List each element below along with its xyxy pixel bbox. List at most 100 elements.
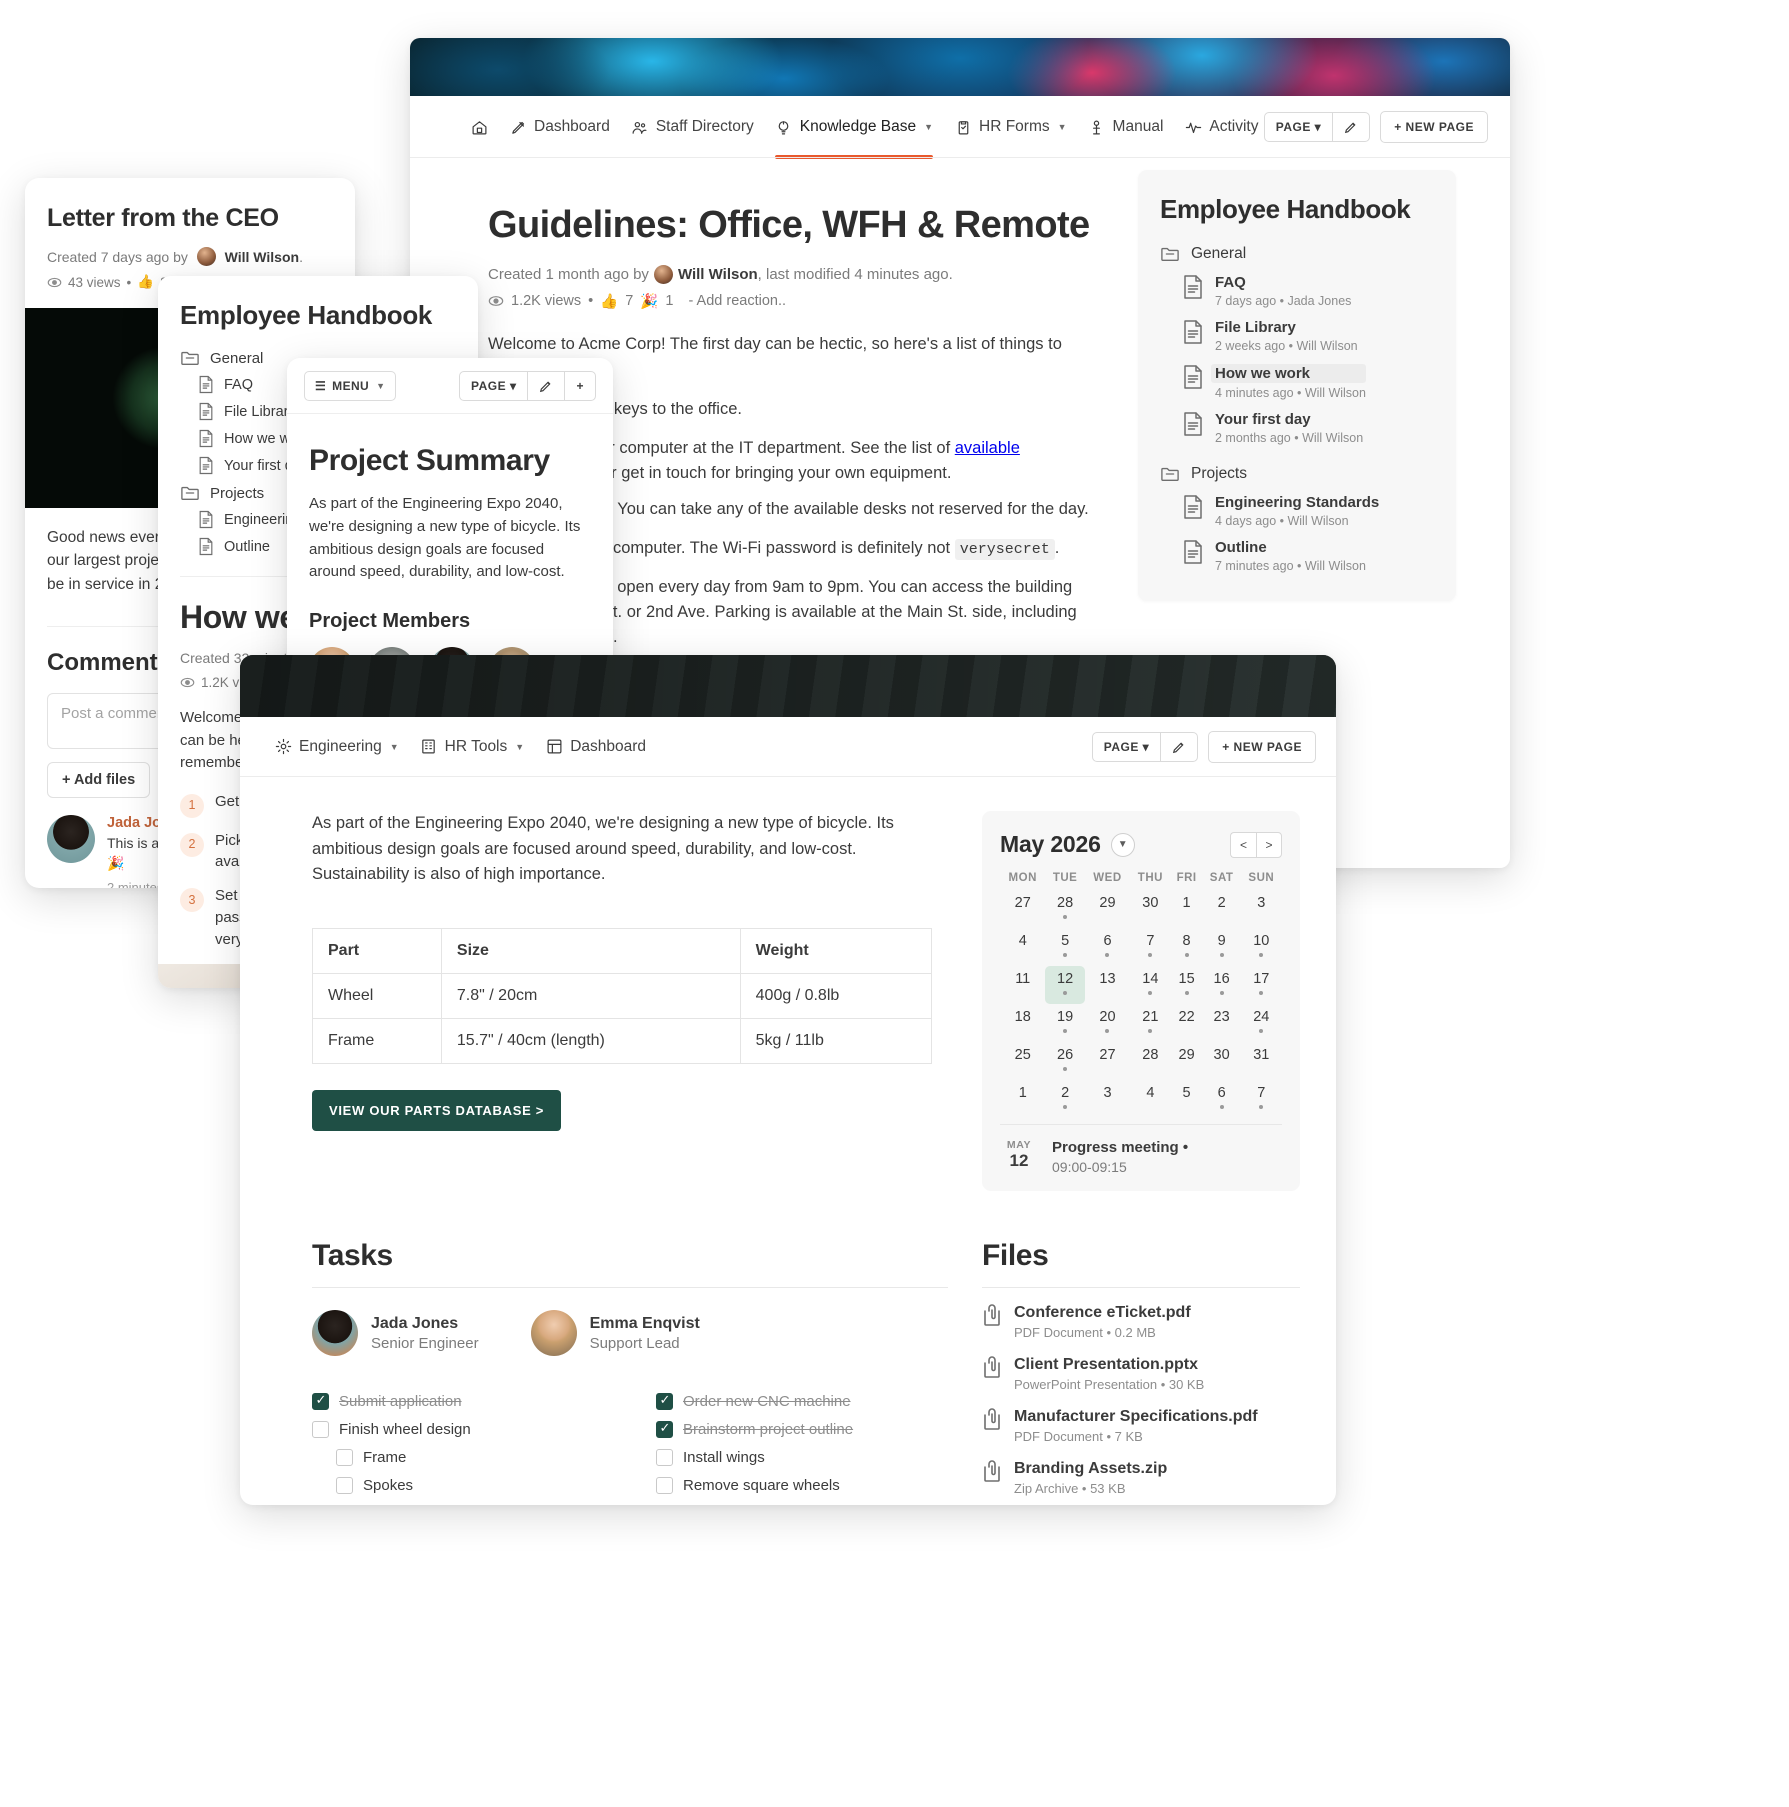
task-checkbox[interactable] — [656, 1477, 673, 1494]
task-checkbox[interactable] — [336, 1449, 353, 1466]
add-reaction-button[interactable]: - Add reaction.. — [688, 293, 786, 309]
pencil-icon[interactable] — [1333, 113, 1369, 141]
nav-hr-forms[interactable]: HR Forms ▼ — [954, 112, 1067, 142]
page-dropdown-button[interactable]: PAGE ▾ — [1093, 732, 1162, 761]
nav-knowledge-base[interactable]: Knowledge Base ▼ — [774, 112, 934, 159]
calendar-day[interactable]: 2 — [1203, 890, 1241, 928]
calendar-event[interactable]: MAY 12 Progress meeting • 09:00-09:15 — [1000, 1124, 1282, 1191]
calendar-day[interactable]: 24 — [1241, 1004, 1282, 1042]
calendar-day[interactable]: 13 — [1085, 966, 1130, 1004]
calendar-day[interactable]: 25 — [1000, 1042, 1045, 1080]
calendar-day[interactable]: 28 — [1130, 1042, 1170, 1080]
calendar-day[interactable]: 29 — [1171, 1042, 1203, 1080]
task-row[interactable]: Order new CNC machine — [656, 1392, 948, 1410]
handbook-page-item[interactable]: Outline 7 minutes ago • Will Wilson — [1160, 539, 1434, 573]
calendar-day[interactable]: 31 — [1241, 1042, 1282, 1080]
chevron-down-icon[interactable]: ▼ — [1110, 832, 1135, 857]
handbook-page-item[interactable]: FAQ 7 days ago • Jada Jones — [1160, 274, 1434, 308]
add-files-button[interactable]: + Add files — [47, 761, 151, 798]
new-page-button[interactable]: + NEW PAGE — [1208, 730, 1316, 763]
nav-dashboard[interactable]: Dashboard — [545, 732, 646, 762]
calendar-day[interactable]: 2 — [1045, 1080, 1084, 1118]
task-checkbox[interactable] — [656, 1449, 673, 1466]
handbook-page-item[interactable]: Your first day 2 months ago • Will Wilson — [1160, 411, 1434, 445]
page-dropdown-button[interactable]: PAGE ▾ — [460, 371, 529, 400]
calendar-next-button[interactable]: > — [1256, 831, 1282, 858]
calendar-day[interactable]: 6 — [1203, 1080, 1241, 1118]
calendar-day[interactable]: 5 — [1171, 1080, 1203, 1118]
calendar-day[interactable]: 16 — [1203, 966, 1241, 1004]
thumbs-up-icon[interactable]: 👍 — [600, 293, 618, 310]
file-row[interactable]: Conference eTicket.pdf PDF Document • 0.2… — [982, 1304, 1300, 1340]
calendar-day[interactable]: 22 — [1171, 1004, 1203, 1042]
calendar-day[interactable]: 1 — [1000, 1080, 1045, 1118]
task-row[interactable]: Brainstorm project outline — [656, 1420, 948, 1438]
nav-manual[interactable]: Manual — [1088, 112, 1163, 142]
calendar-day[interactable]: 10 — [1241, 928, 1282, 966]
calendar-day[interactable]: 4 — [1130, 1080, 1170, 1118]
menu-button[interactable]: ☰ MENU ▼ — [304, 370, 397, 401]
nav-hr-tools[interactable]: HR Tools ▼ — [420, 732, 524, 762]
calendar-day[interactable]: 11 — [1000, 966, 1045, 1004]
nav-activity[interactable]: Activity — [1184, 112, 1258, 142]
handbook-page-item[interactable]: File Library 2 weeks ago • Will Wilson — [1160, 319, 1434, 353]
add-button[interactable]: + — [565, 372, 595, 400]
nav-engineering[interactable]: Engineering ▼ — [274, 732, 399, 762]
calendar-day[interactable]: 18 — [1000, 1004, 1045, 1042]
calendar-day[interactable]: 28 — [1045, 890, 1084, 928]
task-row[interactable]: Frame — [336, 1449, 604, 1466]
calendar-day[interactable]: 1 — [1171, 890, 1203, 928]
task-row[interactable]: Submit application — [312, 1392, 604, 1410]
calendar-day[interactable]: 14 — [1130, 966, 1170, 1004]
file-row[interactable]: Manufacturer Specifications.pdf PDF Docum… — [982, 1408, 1300, 1444]
task-checkbox[interactable] — [312, 1392, 329, 1410]
calendar-day[interactable]: 3 — [1241, 890, 1282, 928]
calendar-day[interactable]: 27 — [1085, 1042, 1130, 1080]
calendar-day[interactable]: 7 — [1241, 1080, 1282, 1118]
task-checkbox[interactable] — [312, 1421, 329, 1438]
handbook-group[interactable]: General — [1160, 245, 1434, 263]
handbook-page-item[interactable]: Engineering Standards 4 days ago • Will W… — [1160, 494, 1434, 528]
calendar-day[interactable]: 17 — [1241, 966, 1282, 1004]
task-row[interactable]: Remove square wheels — [656, 1477, 948, 1494]
calendar-day[interactable]: 9 — [1203, 928, 1241, 966]
nav-home[interactable] — [470, 112, 488, 142]
calendar-day[interactable]: 12 — [1045, 966, 1085, 1004]
handbook-group[interactable]: Projects — [1160, 465, 1434, 483]
calendar-day[interactable]: 7 — [1130, 928, 1170, 966]
nav-dashboard[interactable]: Dashboard — [509, 112, 610, 142]
calendar-day[interactable]: 29 — [1085, 890, 1130, 928]
task-row[interactable]: Install wings — [656, 1449, 948, 1466]
handbook-page-item[interactable]: How we work 4 minutes ago • Will Wilson — [1160, 364, 1434, 400]
calendar-day[interactable]: 3 — [1085, 1080, 1130, 1118]
calendar-day[interactable]: 21 — [1130, 1004, 1170, 1042]
file-row[interactable]: Client Presentation.pptx PowerPoint Prese… — [982, 1356, 1300, 1392]
task-row[interactable]: Spokes — [336, 1477, 604, 1494]
task-row[interactable]: Finish wheel design — [312, 1421, 604, 1438]
calendar-day[interactable]: 20 — [1085, 1004, 1130, 1042]
calendar-prev-button[interactable]: < — [1230, 831, 1256, 858]
nav-staff-directory[interactable]: Staff Directory — [631, 112, 754, 142]
calendar-day[interactable]: 23 — [1203, 1004, 1241, 1042]
new-page-button[interactable]: + NEW PAGE — [1380, 111, 1488, 143]
calendar-day[interactable]: 5 — [1045, 928, 1084, 966]
calendar-day[interactable]: 6 — [1085, 928, 1130, 966]
task-checkbox[interactable] — [656, 1420, 673, 1438]
party-icon[interactable]: 🎉 — [640, 293, 658, 310]
thumbs-up-icon[interactable]: 👍 — [137, 274, 154, 290]
pencil-icon[interactable] — [528, 371, 566, 400]
calendar-day[interactable]: 26 — [1045, 1042, 1084, 1080]
pencil-icon[interactable] — [1161, 733, 1197, 761]
task-checkbox[interactable] — [656, 1392, 673, 1410]
list-item[interactable]: Jada Jones Senior Engineer — [312, 1310, 479, 1356]
list-item[interactable]: Emma Enqvist Support Lead — [530, 1310, 700, 1356]
page-dropdown-button[interactable]: PAGE ▾ — [1265, 113, 1334, 141]
parts-database-button[interactable]: VIEW OUR PARTS DATABASE > — [312, 1089, 562, 1131]
calendar-day[interactable]: 4 — [1000, 928, 1045, 966]
task-checkbox[interactable] — [336, 1477, 353, 1494]
calendar-day[interactable]: 19 — [1045, 1004, 1084, 1042]
calendar-day[interactable]: 30 — [1203, 1042, 1241, 1080]
calendar-day[interactable]: 30 — [1130, 890, 1170, 928]
calendar-day[interactable]: 8 — [1171, 928, 1203, 966]
calendar-day[interactable]: 15 — [1171, 966, 1203, 1004]
